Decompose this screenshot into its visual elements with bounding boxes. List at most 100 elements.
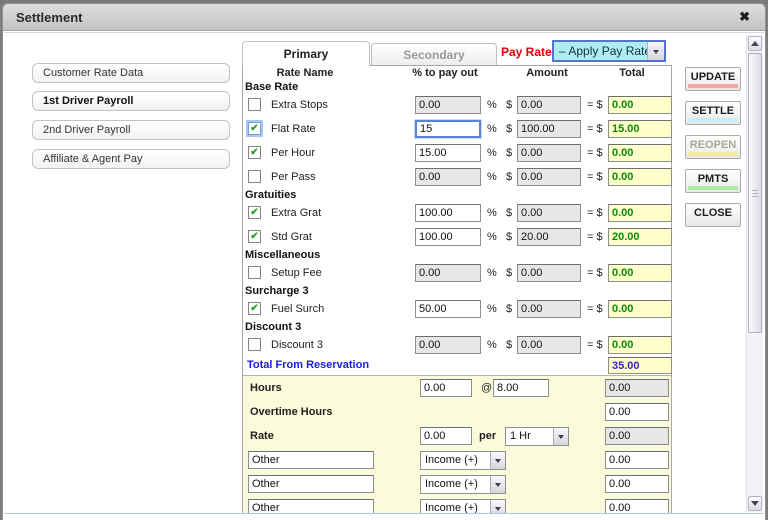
checkbox[interactable] xyxy=(248,338,261,351)
update-button[interactable]: UPDATE xyxy=(685,67,741,91)
sidebar-item-2nd-driver-payroll[interactable]: 2nd Driver Payroll xyxy=(32,120,230,140)
other-type-select[interactable]: Income (+) xyxy=(420,451,506,470)
rate-row-flat-rate: ✔ Flat Rate % $ = $ xyxy=(243,117,671,141)
other-type-select[interactable]: Income (+) xyxy=(420,499,506,514)
hours-label: Hours xyxy=(250,382,282,394)
scrollbar-grip xyxy=(752,190,758,197)
tab-primary[interactable]: Primary xyxy=(242,41,370,66)
equals-dollar-sign: = $ xyxy=(587,261,603,285)
amount-input[interactable] xyxy=(517,120,581,138)
amount-input[interactable] xyxy=(517,144,581,162)
other-name-input[interactable] xyxy=(248,451,374,469)
amount-input[interactable] xyxy=(517,300,581,318)
scrollbar-thumb[interactable] xyxy=(748,53,762,333)
section-label-discount-3: Discount 3 xyxy=(243,321,671,333)
hours-rate-input[interactable] xyxy=(493,379,549,397)
pct-input[interactable] xyxy=(415,264,481,282)
close-icon[interactable]: ✖ xyxy=(739,9,750,25)
check-icon: ✔ xyxy=(250,207,258,218)
amount-input[interactable] xyxy=(517,96,581,114)
amount-input[interactable] xyxy=(517,168,581,186)
percent-sign: % xyxy=(487,261,497,285)
overtime-result-input[interactable] xyxy=(605,403,669,421)
pct-input[interactable] xyxy=(415,120,481,138)
other-amount-input[interactable] xyxy=(605,451,669,469)
pct-input[interactable] xyxy=(415,168,481,186)
pct-input[interactable] xyxy=(415,204,481,222)
hours-qty-input[interactable] xyxy=(420,379,472,397)
checkbox[interactable]: ✔ xyxy=(248,206,261,219)
dialog-titlebar[interactable]: Settlement ✖ xyxy=(3,4,765,31)
other-name-input[interactable] xyxy=(248,499,374,514)
amount-input[interactable] xyxy=(517,264,581,282)
checkbox[interactable] xyxy=(248,266,261,279)
dropdown-arrow-icon[interactable] xyxy=(490,500,505,514)
rate-unit-select[interactable]: 1 Hr xyxy=(505,427,569,446)
percent-sign: % xyxy=(487,297,497,321)
percent-sign: % xyxy=(487,141,497,165)
sidebar-item-1st-driver-payroll[interactable]: 1st Driver Payroll xyxy=(32,91,230,111)
checkbox[interactable]: ✔ xyxy=(248,146,261,159)
rate-name-label: Extra Stops xyxy=(271,93,328,117)
close-button[interactable]: CLOSE xyxy=(685,203,741,227)
dropdown-arrow-icon[interactable] xyxy=(553,428,568,445)
at-sign: @ xyxy=(481,382,492,394)
pct-input[interactable] xyxy=(415,336,481,354)
rate-row-per-pass: Per Pass % $ = $ xyxy=(243,165,671,189)
dialog-content: Customer Rate Data 1st Driver Payroll 2n… xyxy=(4,32,764,514)
col-header-pct: % to pay out xyxy=(395,67,495,79)
dollar-sign: $ xyxy=(506,93,512,117)
scrollbar-up-icon[interactable] xyxy=(748,36,762,51)
rate-row-setup-fee: Setup Fee % $ = $ xyxy=(243,261,671,285)
rate-unit-value: 1 Hr xyxy=(510,430,531,442)
tab-secondary[interactable]: Secondary xyxy=(371,43,497,66)
close-accent-bar xyxy=(688,220,738,224)
settle-accent-bar xyxy=(688,118,738,122)
sidebar-item-affiliate-agent-pay[interactable]: Affiliate & Agent Pay xyxy=(32,149,230,169)
pmts-button[interactable]: PMTS xyxy=(685,169,741,193)
rate-result-field xyxy=(605,427,669,445)
hours-result-field xyxy=(605,379,669,397)
rate-label: Rate xyxy=(250,430,274,442)
table-header: Rate Name % to pay out Amount Total xyxy=(243,66,671,81)
checkbox[interactable]: ✔ xyxy=(248,302,261,315)
equals-dollar-sign: = $ xyxy=(587,333,603,357)
amount-input[interactable] xyxy=(517,336,581,354)
other-amount-input[interactable] xyxy=(605,499,669,514)
pay-rate-select[interactable]: – Apply Pay Rate xyxy=(552,40,666,62)
checkbox[interactable]: ✔ xyxy=(248,122,261,135)
rate-row-extra-grat: ✔ Extra Grat % $ = $ xyxy=(243,201,671,225)
other-amount-input[interactable] xyxy=(605,475,669,493)
equals-dollar-sign: = $ xyxy=(587,297,603,321)
check-icon: ✔ xyxy=(250,123,258,134)
other-name-input[interactable] xyxy=(248,475,374,493)
sidebar-item-customer-rate-data[interactable]: Customer Rate Data xyxy=(32,63,230,83)
checkbox[interactable] xyxy=(248,98,261,111)
other-type-select[interactable]: Income (+) xyxy=(420,475,506,494)
reopen-button-label: REOPEN xyxy=(690,139,736,151)
action-buttons: UPDATE SETTLE REOPEN PMTS CLOSE xyxy=(685,67,741,227)
rate-name-label: Std Grat xyxy=(271,225,312,249)
total-field xyxy=(608,120,672,138)
percent-sign: % xyxy=(487,333,497,357)
rate-name-label: Per Pass xyxy=(271,165,316,189)
pct-input[interactable] xyxy=(415,96,481,114)
dropdown-arrow-icon[interactable] xyxy=(647,42,664,60)
checkbox[interactable] xyxy=(248,170,261,183)
rate-row-fuel-surch: ✔ Fuel Surch % $ = $ xyxy=(243,297,671,321)
vertical-scrollbar[interactable] xyxy=(746,35,763,512)
scrollbar-down-icon[interactable] xyxy=(748,496,762,511)
pct-input[interactable] xyxy=(415,228,481,246)
rate-value-input[interactable] xyxy=(420,427,472,445)
update-button-label: UPDATE xyxy=(691,71,735,83)
dropdown-arrow-icon[interactable] xyxy=(490,476,505,493)
pct-input[interactable] xyxy=(415,300,481,318)
settle-button[interactable]: SETTLE xyxy=(685,101,741,125)
dropdown-arrow-icon[interactable] xyxy=(490,452,505,469)
checkbox[interactable]: ✔ xyxy=(248,230,261,243)
dollar-sign: $ xyxy=(506,225,512,249)
amount-input[interactable] xyxy=(517,228,581,246)
pct-input[interactable] xyxy=(415,144,481,162)
amount-input[interactable] xyxy=(517,204,581,222)
payroll-section: Hours @ Overtime Hours Rate per xyxy=(243,375,671,514)
